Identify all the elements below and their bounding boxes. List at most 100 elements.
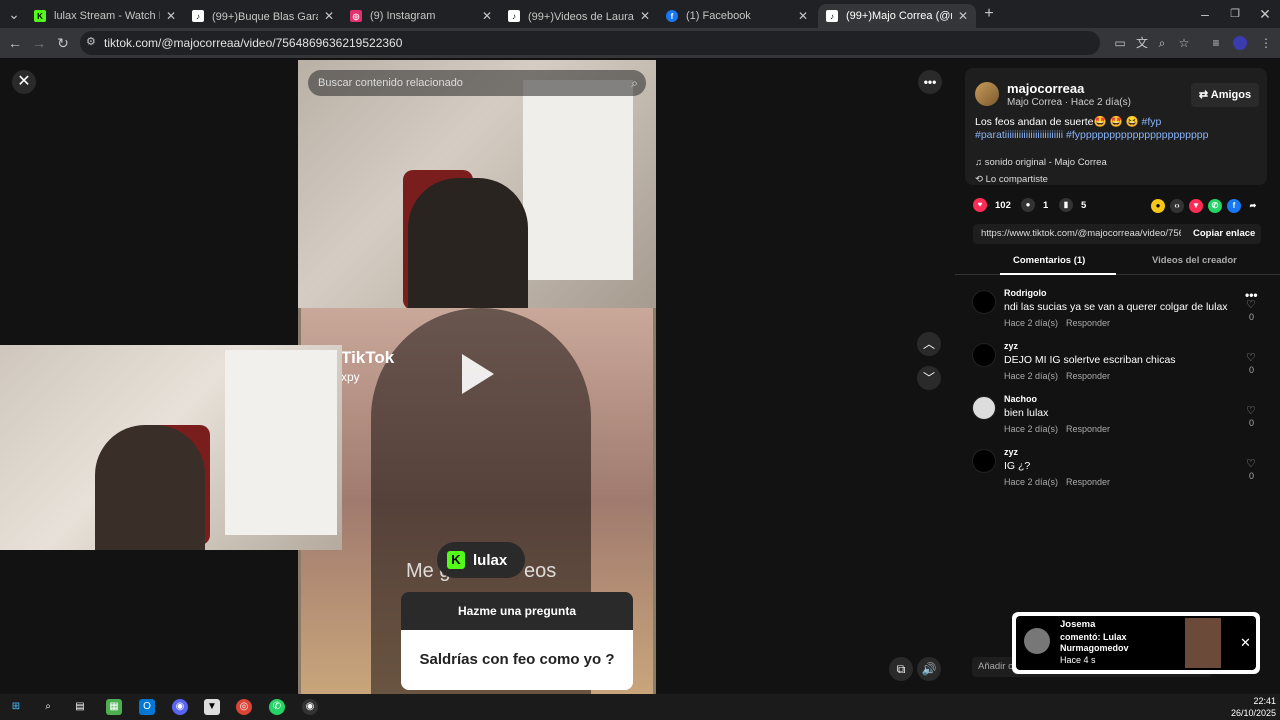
notification-name: Josema (1060, 619, 1096, 630)
browser-tab-tiktok-2[interactable]: ♪ (99+)Videos de Laura🦋 (@eu ✕ (500, 4, 658, 28)
media-control-icon[interactable]: ≡ (1208, 35, 1224, 51)
video-player[interactable]: TikTok xpy Buscar contenido relacionado … (298, 60, 656, 694)
comment-like-icon[interactable]: ♡ (1246, 457, 1256, 470)
tab-creator-videos[interactable]: Videos del creador (1152, 255, 1237, 266)
outlook-icon[interactable]: O (139, 699, 155, 715)
caption-hashtags[interactable]: #paratiiiiiiiiiiiiiiiiiiiiiiiii #fyppppp… (975, 129, 1209, 141)
bookmark-star-icon[interactable]: ☆ (1176, 35, 1192, 51)
browser-tab-instagram[interactable]: ◎ (9) Instagram ✕ (342, 4, 500, 28)
author-card: majocorreaa Majo Correa · Hace 2 día(s) … (965, 68, 1267, 185)
whatsapp-icon[interactable]: ✆ (269, 699, 285, 715)
store-app-icon[interactable]: ▦ (106, 699, 122, 715)
close-tab-icon[interactable]: ✕ (324, 9, 334, 23)
embed-icon[interactable]: ‹› (1170, 199, 1184, 213)
streamer-figure (95, 425, 205, 550)
obs-icon[interactable]: ◉ (302, 699, 318, 715)
search-icon[interactable]: ⌕ (631, 70, 638, 96)
send-icon[interactable]: ▼ (1189, 199, 1203, 213)
avatar[interactable] (972, 290, 996, 314)
friends-button[interactable]: ⇄ Amigos (1191, 83, 1259, 107)
caption-hashtag[interactable]: #fyp (1141, 116, 1161, 128)
facebook-icon[interactable]: f (1227, 199, 1241, 213)
whiteboard (225, 350, 337, 535)
chrome-icon[interactable]: ◎ (236, 699, 252, 715)
avatar[interactable] (972, 449, 996, 473)
reply-button[interactable]: Responder (1066, 477, 1110, 487)
window-close-icon[interactable]: ✕ (1256, 5, 1274, 23)
related-search-input[interactable]: Buscar contenido relacionado ⌕ (308, 70, 646, 96)
save-button[interactable]: ▮ 5 (1059, 198, 1086, 212)
previous-video-icon[interactable]: ︿ (917, 332, 941, 356)
forward-icon[interactable]: → (30, 34, 48, 52)
zoom-icon[interactable]: ⌕ (1154, 35, 1170, 51)
panel-tabs: Comentarios (1) Videos del creador (955, 253, 1280, 275)
profile-avatar-icon[interactable] (1233, 36, 1247, 50)
comment-username[interactable]: Nachoo (1004, 394, 1037, 404)
author-username[interactable]: majocorreaa (1007, 81, 1084, 96)
menu-dots-icon[interactable]: ⋮ (1258, 35, 1274, 51)
volume-icon[interactable]: 🔊 (917, 657, 941, 681)
cast-icon[interactable]: ▭ (1112, 35, 1128, 51)
discord-icon[interactable]: ◉ (172, 699, 188, 715)
browser-tab-bar: ⌄ K lulax Stream - Watch Live on Ki ✕ ♪ … (0, 0, 1280, 28)
tab-search-icon[interactable]: ⌄ (5, 5, 23, 23)
avatar[interactable] (975, 82, 999, 106)
url-bar[interactable]: ⚙ tiktok.com/@majocorreaa/video/75648696… (80, 31, 1100, 55)
close-tab-icon[interactable]: ✕ (640, 9, 650, 23)
comment-username[interactable]: Rodrigolo (1004, 288, 1047, 298)
site-info-icon[interactable]: ⚙ (86, 35, 96, 48)
back-icon[interactable]: ← (6, 34, 24, 52)
more-options-icon[interactable]: ••• (918, 70, 942, 94)
comment-notification[interactable]: Josema comentó: Lulax Nurmagomedov Hace … (1012, 612, 1260, 674)
tiktok-handle-watermark: xpy (341, 370, 360, 384)
comment-like-icon[interactable]: ♡ (1246, 298, 1256, 311)
close-tab-icon[interactable]: ✕ (958, 9, 968, 23)
close-icon[interactable]: ✕ (1240, 635, 1251, 651)
next-video-icon[interactable]: ﹀ (917, 366, 941, 390)
reply-button[interactable]: Responder (1066, 371, 1110, 381)
reply-button[interactable]: Responder (1066, 424, 1110, 434)
browser-tab-tiktok-1[interactable]: ♪ (99+)Buque Blas Garay 😈🎩 I ✕ (184, 4, 342, 28)
like-button[interactable]: ♥ 102 (973, 198, 1011, 212)
mini-player-icon[interactable]: ⧉ (889, 657, 913, 681)
close-tab-icon[interactable]: ✕ (166, 9, 176, 23)
url-text: tiktok.com/@majocorreaa/video/7564869636… (104, 36, 403, 50)
search-icon[interactable]: ⌕ (40, 699, 56, 715)
whatsapp-icon[interactable]: ✆ (1208, 199, 1222, 213)
shared-row: ⟲ Lo compartiste (975, 174, 1048, 185)
task-view-icon[interactable]: ▤ (72, 699, 88, 715)
browser-tab-facebook[interactable]: f (1) Facebook ✕ (658, 4, 816, 28)
restore-icon[interactable]: ❐ (1226, 5, 1244, 23)
comment-text: ndi las sucias ya se van a querer colgar… (1004, 301, 1228, 313)
video-link[interactable]: https://www.tiktok.com/@majocorreaa/vide… (981, 228, 1181, 239)
copy-link-button[interactable]: Copiar enlace (1193, 228, 1255, 239)
close-tab-icon[interactable]: ✕ (482, 9, 492, 23)
sound-row[interactable]: ♫ sonido original - Majo Correa (975, 157, 1107, 168)
address-bar-row: ← → ↻ ⚙ tiktok.com/@majocorreaa/video/75… (0, 28, 1280, 58)
reply-button[interactable]: Responder (1066, 318, 1110, 328)
windows-start-icon[interactable]: ⊞ (8, 699, 24, 715)
coin-icon[interactable]: ● (1151, 199, 1165, 213)
browser-tab-tiktok-active[interactable]: ♪ (99+)Majo Correa (@majocorre ✕ (818, 4, 976, 28)
tab-comments[interactable]: Comentarios (1) (1013, 255, 1085, 266)
reload-icon[interactable]: ↻ (54, 34, 72, 52)
comment-time: Hace 2 día(s) (1004, 371, 1059, 381)
new-tab-button[interactable]: + (980, 5, 998, 23)
system-clock[interactable]: 22:41 26/10/2025 (1231, 695, 1276, 719)
comment-username[interactable]: zyz (1004, 447, 1018, 457)
minimize-icon[interactable]: – (1196, 5, 1214, 23)
share-arrow-icon[interactable]: ➦ (1246, 199, 1260, 213)
comment-like-icon[interactable]: ♡ (1246, 404, 1256, 417)
close-video-button[interactable]: ✕ (12, 70, 36, 94)
app-icon[interactable]: ▼ (204, 699, 220, 715)
comment-button[interactable]: ● 1 (1021, 198, 1048, 212)
close-tab-icon[interactable]: ✕ (798, 9, 808, 23)
tab-title: (99+)Buque Blas Garay 😈🎩 I (212, 10, 318, 23)
avatar[interactable] (972, 396, 996, 420)
browser-tab-kick[interactable]: K lulax Stream - Watch Live on Ki ✕ (26, 4, 184, 28)
translate-icon[interactable]: 文 (1134, 35, 1150, 51)
play-icon[interactable] (462, 354, 494, 394)
comment-like-icon[interactable]: ♡ (1246, 351, 1256, 364)
comment-username[interactable]: zyz (1004, 341, 1018, 351)
avatar[interactable] (972, 343, 996, 367)
